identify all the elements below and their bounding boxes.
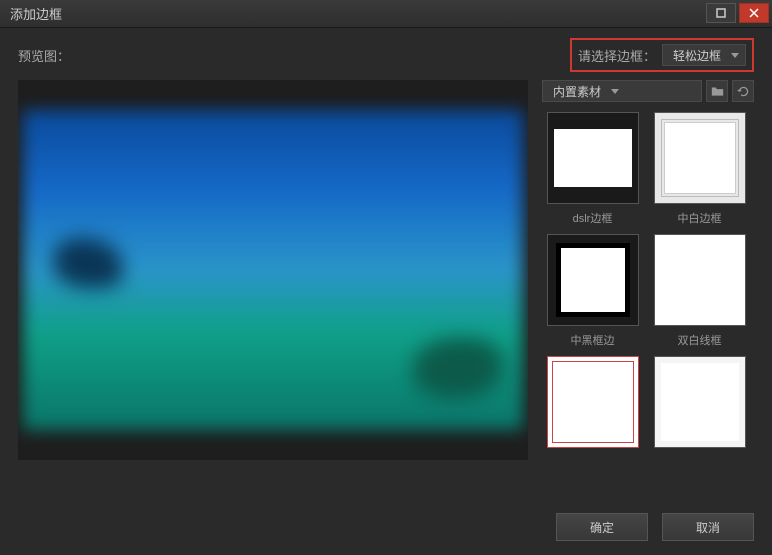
thumb-item: [542, 356, 643, 454]
chevron-down-icon: [731, 53, 739, 58]
material-dropdown[interactable]: 内置素材: [542, 80, 702, 102]
frame-thumb-doublewhite[interactable]: [654, 234, 746, 326]
maximize-button[interactable]: [706, 3, 736, 23]
thumb-label: 双白线框: [649, 332, 750, 348]
cancel-button[interactable]: 取消: [662, 513, 754, 541]
frame-selector-highlight: 请选择边框： 轻松边框: [570, 38, 754, 72]
preview-image: [23, 110, 523, 430]
thumb-item: [649, 356, 750, 454]
preview-label: 预览图：: [18, 46, 70, 65]
frame-type-dropdown[interactable]: 轻松边框: [662, 44, 746, 66]
main-content: 内置素材 dslr边框 中白边框: [0, 80, 772, 460]
thumb-item: 中黑框边: [542, 234, 643, 348]
thumbnail-scroll[interactable]: dslr边框 中白边框 中黑框边 双白线框: [542, 112, 754, 460]
frame-thumb-dslr[interactable]: [547, 112, 639, 204]
titlebar: 添加边框: [0, 0, 772, 28]
frame-select-label: 请选择边框：: [578, 46, 656, 65]
preview-panel: [18, 80, 528, 460]
thumb-item: 双白线框: [649, 234, 750, 348]
thumb-label: 中白边框: [649, 210, 750, 226]
header-row: 预览图： 请选择边框： 轻松边框: [0, 28, 772, 80]
thumb-label: 中黑框边: [542, 332, 643, 348]
side-toolbar: 内置素材: [542, 80, 754, 102]
refresh-icon: [737, 85, 750, 98]
refresh-button[interactable]: [732, 80, 754, 102]
window-title: 添加边框: [10, 4, 62, 23]
frame-thumb-5[interactable]: [547, 356, 639, 448]
frame-thumb-6[interactable]: [654, 356, 746, 448]
chevron-down-icon: [611, 89, 619, 94]
footer: 确定 取消: [556, 513, 754, 541]
titlebar-controls: [706, 0, 772, 27]
frame-thumb-midblack[interactable]: [547, 234, 639, 326]
ok-button[interactable]: 确定: [556, 513, 648, 541]
side-panel: 内置素材 dslr边框 中白边框: [542, 80, 754, 460]
thumbnail-grid: dslr边框 中白边框 中黑框边 双白线框: [542, 112, 754, 454]
folder-icon: [711, 85, 724, 98]
open-folder-button[interactable]: [706, 80, 728, 102]
material-value: 内置素材: [553, 83, 601, 100]
thumb-item: 中白边框: [649, 112, 750, 226]
frame-thumb-midwhite[interactable]: [654, 112, 746, 204]
thumb-item: dslr边框: [542, 112, 643, 226]
thumb-label: dslr边框: [542, 210, 643, 226]
close-button[interactable]: [739, 3, 769, 23]
frame-type-value: 轻松边框: [673, 47, 721, 64]
